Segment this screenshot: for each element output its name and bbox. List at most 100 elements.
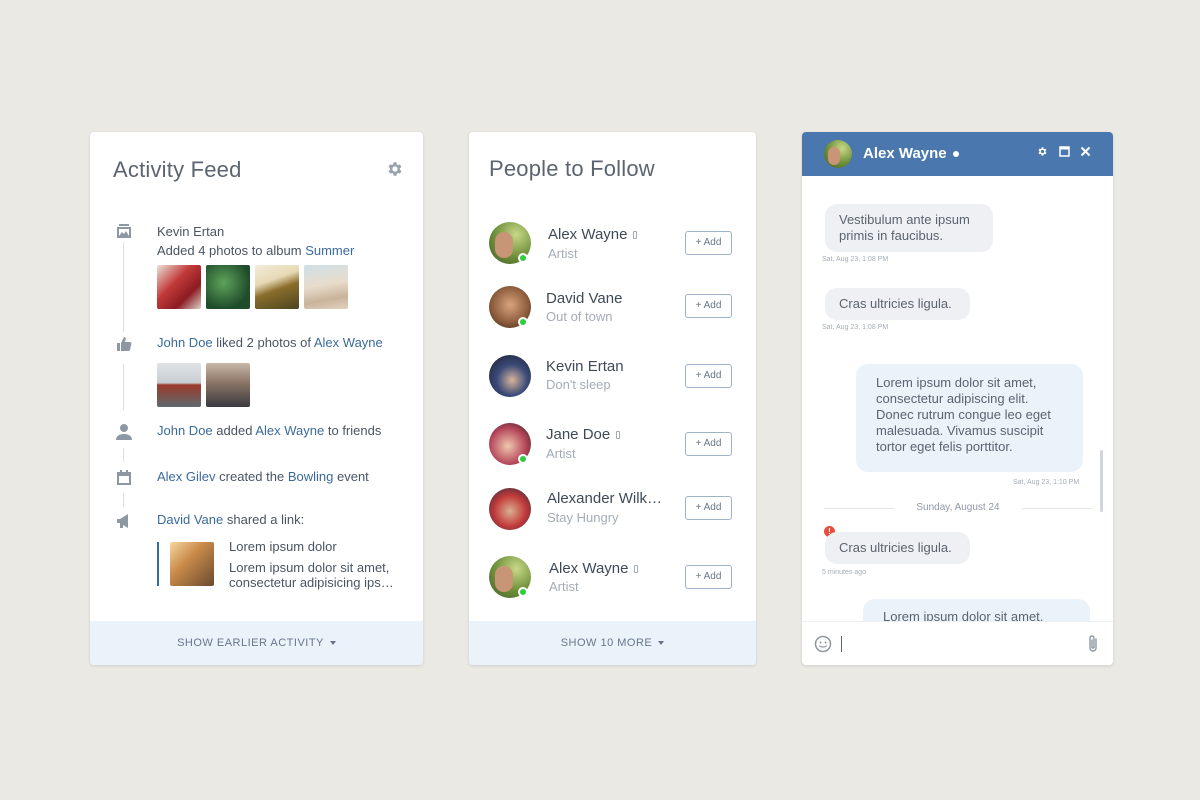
phone-icon bbox=[616, 431, 621, 440]
feed-action-suffix: event bbox=[336, 469, 369, 484]
chat-contact-name-text: Alex Wayne bbox=[863, 145, 947, 162]
add-button[interactable]: + Add bbox=[685, 231, 732, 255]
shared-link-title[interactable]: Lorem ipsum dolor bbox=[229, 539, 337, 554]
phone-icon bbox=[633, 231, 638, 240]
message-bubble-incoming: Cras ultricies ligula. bbox=[825, 532, 970, 564]
maximize-icon[interactable] bbox=[1057, 146, 1071, 160]
people-to-follow-card: People to Follow Alex Wayne Artist + Add… bbox=[469, 132, 756, 665]
online-indicator bbox=[518, 317, 528, 327]
person-name[interactable]: Alex Wayne bbox=[548, 226, 638, 243]
timeline-line bbox=[123, 364, 124, 410]
message-text: Vestibulum ante ipsum bbox=[839, 212, 970, 227]
feed-actor-link[interactable]: Alex Gilev bbox=[157, 469, 216, 484]
feed-item-text: John Doe added Alex Wayne to friends bbox=[157, 423, 381, 438]
person-name[interactable]: Jane Doe bbox=[546, 426, 621, 443]
timeline-line bbox=[123, 242, 124, 332]
photo-thumbnail[interactable] bbox=[206, 363, 250, 407]
add-button[interactable]: + Add bbox=[685, 364, 732, 388]
chat-contact-name[interactable]: Alex Wayne bbox=[863, 145, 959, 162]
feed-actor-link[interactable]: David Vane bbox=[157, 512, 223, 527]
avatar[interactable] bbox=[489, 355, 531, 397]
chat-input-bar[interactable] bbox=[802, 621, 1113, 665]
photo-thumbnail[interactable] bbox=[255, 265, 299, 309]
person-row: Alex Wayne Artist + Add bbox=[469, 214, 756, 274]
person-name[interactable]: David Vane bbox=[546, 290, 622, 307]
photo-thumbnail[interactable] bbox=[304, 265, 348, 309]
album-link[interactable]: Summer bbox=[305, 243, 354, 258]
photo-icon bbox=[115, 222, 133, 240]
person-name-text: Alex Wayne bbox=[548, 226, 628, 243]
feed-action-text: shared a link: bbox=[226, 512, 305, 527]
day-separator: Sunday, August 24 bbox=[824, 502, 1092, 514]
person-subtitle: Out of town bbox=[546, 309, 613, 324]
emoji-icon[interactable] bbox=[814, 635, 832, 653]
chat-scrollbar[interactable] bbox=[1100, 450, 1103, 512]
person-name[interactable]: Kevin Ertan bbox=[546, 358, 624, 375]
person-name[interactable]: Alex Wayne bbox=[549, 560, 639, 577]
person-row: David Vane Out of town + Add bbox=[469, 278, 756, 338]
gear-icon[interactable] bbox=[386, 160, 404, 178]
message-text: tortor eget felis porttitor. bbox=[876, 439, 1013, 454]
avatar[interactable] bbox=[489, 488, 531, 530]
add-button[interactable]: + Add bbox=[685, 432, 732, 456]
timeline-line bbox=[123, 493, 124, 507]
person-subtitle: Artist bbox=[549, 579, 579, 594]
chat-header: Alex Wayne bbox=[802, 132, 1113, 176]
message-text: consectetur adipiscing elit. bbox=[876, 391, 1029, 406]
add-button[interactable]: + Add bbox=[685, 496, 732, 520]
feed-item-text: David Vane shared a link: bbox=[157, 512, 304, 527]
caret-down-icon bbox=[658, 641, 665, 646]
settings-icon[interactable] bbox=[1035, 146, 1049, 160]
activity-feed-card: Activity Feed Kevin Ertan Added 4 photos… bbox=[90, 132, 423, 665]
online-indicator bbox=[518, 587, 528, 597]
message-timestamp: Sat, Aug 23, 1:10 PM bbox=[1013, 479, 1080, 486]
show-earlier-activity-label: SHOW EARLIER ACTIVITY bbox=[177, 637, 324, 649]
show-earlier-activity-button[interactable]: SHOW EARLIER ACTIVITY bbox=[90, 621, 423, 665]
message-bubble-outgoing: Lorem ipsum dolor sit amet, consectetur … bbox=[856, 364, 1083, 472]
message-text: Donec rutrum congue leo eget bbox=[876, 407, 1051, 422]
add-button[interactable]: + Add bbox=[685, 294, 732, 318]
online-indicator bbox=[518, 454, 528, 464]
person-name-text: Alex Wayne bbox=[549, 560, 629, 577]
chat-window: Alex Wayne Vestibulum ante ipsum primis … bbox=[802, 132, 1113, 665]
feed-target-link[interactable]: Alex Wayne bbox=[255, 423, 324, 438]
calendar-icon bbox=[115, 469, 133, 487]
message-text: Cras ultricies ligula. bbox=[839, 540, 952, 555]
person-name[interactable]: Alexander Wilk… bbox=[547, 490, 662, 507]
shared-link-thumbnail[interactable] bbox=[170, 542, 214, 586]
avatar[interactable] bbox=[824, 140, 852, 168]
feed-actor-link[interactable]: Kevin Ertan bbox=[157, 224, 224, 239]
feed-target-link[interactable]: Alex Wayne bbox=[314, 335, 383, 350]
status-dot-icon bbox=[952, 151, 959, 158]
person-row: Jane Doe Artist + Add bbox=[469, 415, 756, 475]
shared-link-bar bbox=[157, 542, 159, 586]
close-icon[interactable] bbox=[1078, 146, 1092, 160]
phone-icon bbox=[634, 565, 639, 574]
feed-actor-link[interactable]: John Doe bbox=[157, 335, 213, 350]
person-row: Alex Wayne Artist + Add bbox=[469, 548, 756, 608]
message-timestamp: Sat, Aug 23, 1:08 PM bbox=[822, 324, 889, 331]
feed-actor-link[interactable]: John Doe bbox=[157, 423, 213, 438]
photo-thumbnail[interactable] bbox=[157, 363, 201, 407]
caret-down-icon bbox=[329, 641, 336, 646]
separator-line bbox=[1022, 508, 1092, 509]
show-more-label: SHOW 10 MORE bbox=[560, 637, 653, 649]
feed-action-text: created the bbox=[219, 469, 285, 484]
message-timestamp: Sat, Aug 23, 1:08 PM bbox=[822, 256, 889, 263]
paperclip-icon[interactable] bbox=[1086, 634, 1100, 654]
person-subtitle: Artist bbox=[548, 246, 578, 261]
message-bubble-incoming: Cras ultricies ligula. bbox=[825, 288, 970, 320]
photo-thumbnail[interactable] bbox=[157, 265, 201, 309]
feed-action-text: added bbox=[216, 423, 253, 438]
person-name-text: Jane Doe bbox=[546, 426, 611, 443]
person-subtitle: Artist bbox=[546, 446, 576, 461]
feed-item-text: Alex Gilev created the Bowling event bbox=[157, 469, 369, 484]
add-button[interactable]: + Add bbox=[685, 565, 732, 589]
show-more-button[interactable]: SHOW 10 MORE bbox=[469, 621, 756, 665]
photo-thumbnail[interactable] bbox=[206, 265, 250, 309]
event-link[interactable]: Bowling bbox=[288, 469, 334, 484]
person-row: Alexander Wilk… Stay Hungry + Add bbox=[469, 480, 756, 540]
online-indicator bbox=[518, 253, 528, 263]
message-timestamp: 5 minutes ago bbox=[822, 569, 866, 576]
person-subtitle: Stay Hungry bbox=[547, 510, 619, 525]
